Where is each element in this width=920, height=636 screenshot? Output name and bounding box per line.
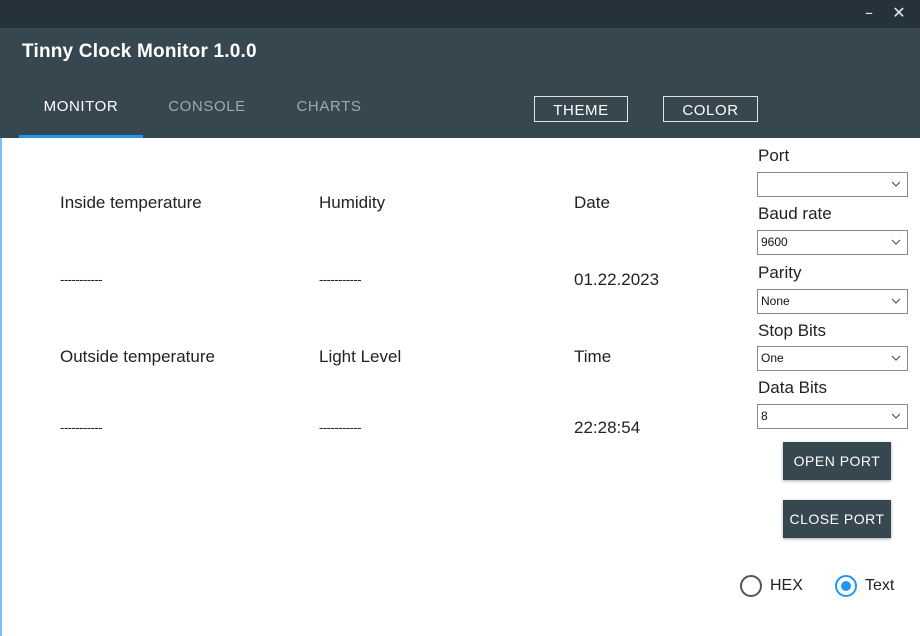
color-button[interactable]: COLOR xyxy=(663,96,758,122)
chevron-down-icon xyxy=(891,355,901,361)
text-radio[interactable] xyxy=(835,575,857,597)
chevron-down-icon xyxy=(891,239,901,245)
inside-temperature-label: Inside temperature xyxy=(60,193,202,212)
app-header: Tinny Clock Monitor 1.0.0 MONITOR CONSOL… xyxy=(0,28,920,138)
baud-rate-select[interactable]: 9600 xyxy=(757,230,908,255)
stop-bits-label: Stop Bits xyxy=(758,321,827,340)
baud-rate-value: 9600 xyxy=(761,235,788,249)
radio-selected-dot xyxy=(841,581,851,591)
humidity-value: ----------- xyxy=(319,272,362,287)
theme-button[interactable]: THEME xyxy=(534,96,628,122)
open-port-button[interactable]: OPEN PORT xyxy=(783,442,891,480)
stop-bits-value: One xyxy=(761,351,784,365)
chevron-down-icon xyxy=(891,298,901,304)
hex-radio[interactable] xyxy=(740,575,762,597)
time-label: Time xyxy=(574,347,612,366)
window-titlebar: – ✕ xyxy=(0,0,920,28)
outside-temperature-value: ----------- xyxy=(60,420,103,435)
close-port-button[interactable]: CLOSE PORT xyxy=(783,500,891,538)
light-level-label: Light Level xyxy=(319,347,402,366)
outside-temperature-label: Outside temperature xyxy=(60,347,215,366)
time-value: 22:28:54 xyxy=(574,418,641,437)
data-bits-label: Data Bits xyxy=(758,378,827,397)
minimize-button[interactable]: – xyxy=(858,2,880,24)
baud-rate-label: Baud rate xyxy=(758,204,832,223)
humidity-label: Humidity xyxy=(319,193,386,212)
chevron-down-icon xyxy=(891,181,901,187)
chevron-down-icon xyxy=(891,413,901,419)
parity-select[interactable]: None xyxy=(757,289,908,314)
date-label: Date xyxy=(574,193,610,212)
data-bits-select[interactable]: 8 xyxy=(757,404,908,429)
window-edge xyxy=(0,138,2,636)
parity-label: Parity xyxy=(758,263,802,282)
close-window-button[interactable]: ✕ xyxy=(888,2,910,24)
stop-bits-select[interactable]: One xyxy=(757,346,908,371)
hex-radio-label: HEX xyxy=(770,577,803,594)
tab-console[interactable]: CONSOLE xyxy=(150,94,264,138)
text-radio-label: Text xyxy=(865,577,895,594)
app-title: Tinny Clock Monitor 1.0.0 xyxy=(22,41,257,62)
inside-temperature-value: ----------- xyxy=(60,272,103,287)
port-select[interactable] xyxy=(757,172,908,197)
parity-value: None xyxy=(761,294,790,308)
date-value: 01.22.2023 xyxy=(574,270,660,289)
active-tab-indicator xyxy=(19,135,143,138)
data-bits-value: 8 xyxy=(761,409,768,423)
tab-monitor[interactable]: MONITOR xyxy=(19,94,143,138)
light-level-value: ----------- xyxy=(319,420,362,435)
tab-charts[interactable]: CHARTS xyxy=(278,94,380,138)
port-label: Port xyxy=(758,146,790,165)
